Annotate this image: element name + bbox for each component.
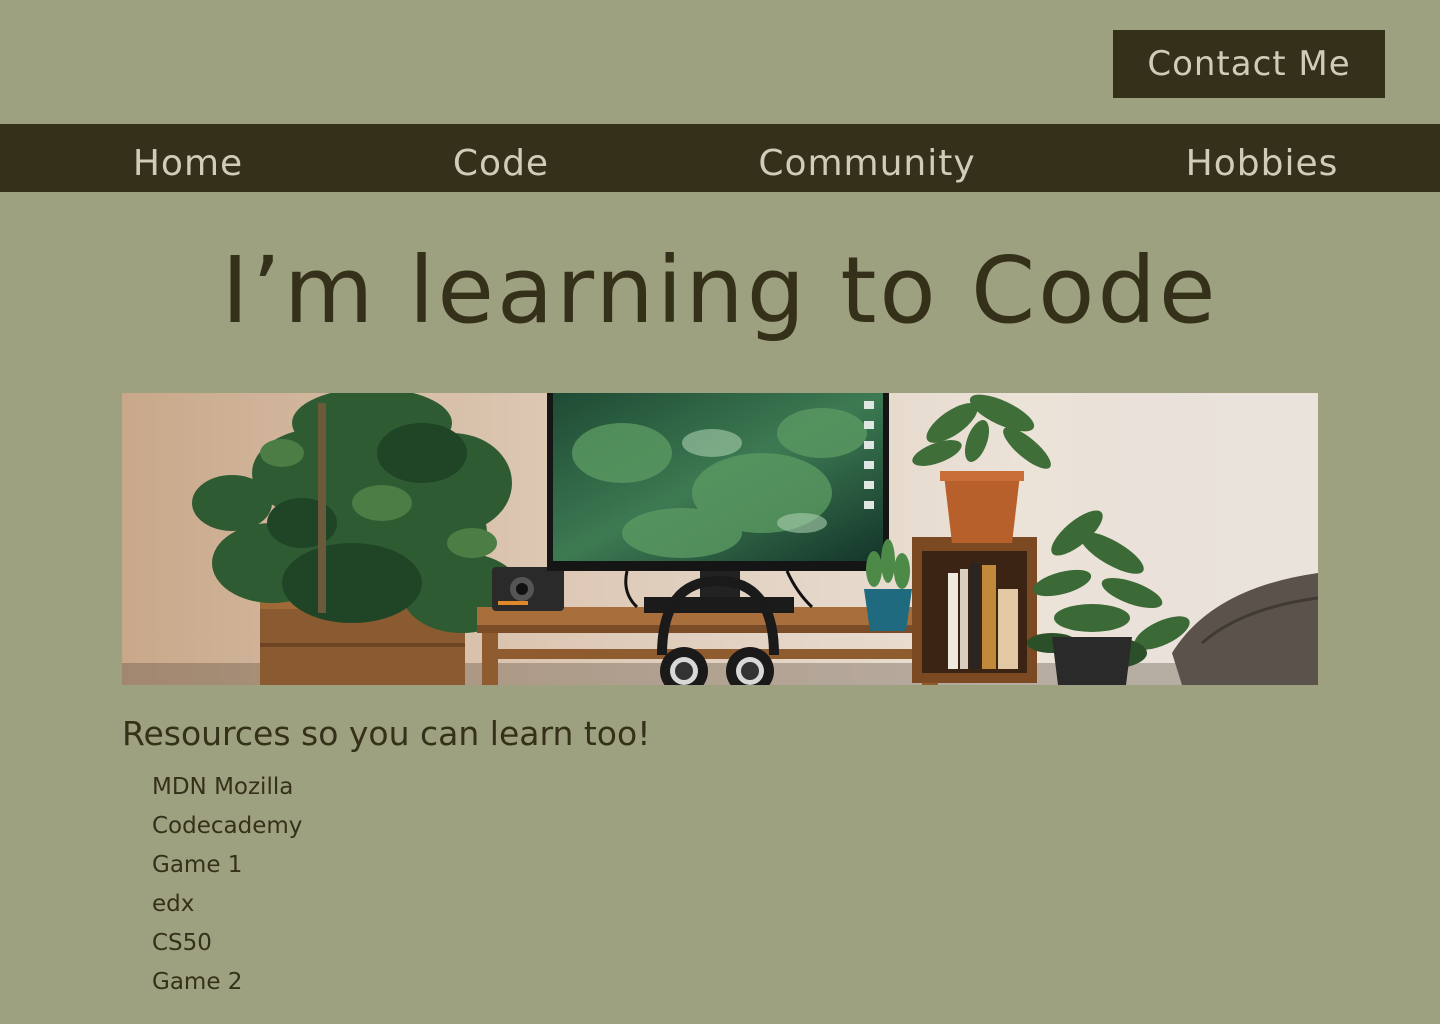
list-item: CS50 (152, 924, 302, 963)
nav-item-code[interactable]: Code (453, 142, 549, 186)
list-item: Game 2 (152, 963, 302, 1002)
banner-image (122, 393, 1318, 685)
list-item: Codecademy (152, 807, 302, 846)
resource-link-game-2[interactable]: Game 2 (152, 969, 242, 995)
resources-heading: Resources so you can learn too! (122, 714, 651, 753)
resource-link-edx[interactable]: edx (152, 891, 194, 917)
nav-item-home[interactable]: Home (133, 142, 243, 186)
contact-me-button[interactable]: Contact Me (1113, 30, 1385, 98)
nav-item-hobbies[interactable]: Hobbies (1186, 142, 1339, 186)
list-item: Game 1 (152, 846, 302, 885)
resource-link-codecademy[interactable]: Codecademy (152, 813, 302, 839)
list-item: MDN Mozilla (152, 768, 302, 807)
banner-illustration (122, 393, 1318, 685)
nav-item-community[interactable]: Community (758, 142, 975, 186)
main-navbar: Home Code Community Hobbies (0, 124, 1440, 192)
hero-title: I’m learning to Code (221, 237, 1219, 344)
list-item: edx (152, 885, 302, 924)
resources-list: MDN Mozilla Codecademy Game 1 edx CS50 G… (152, 768, 302, 1002)
resource-link-mdn[interactable]: MDN Mozilla (152, 774, 293, 800)
resource-link-game-1[interactable]: Game 1 (152, 852, 242, 878)
resource-link-cs50[interactable]: CS50 (152, 930, 212, 956)
